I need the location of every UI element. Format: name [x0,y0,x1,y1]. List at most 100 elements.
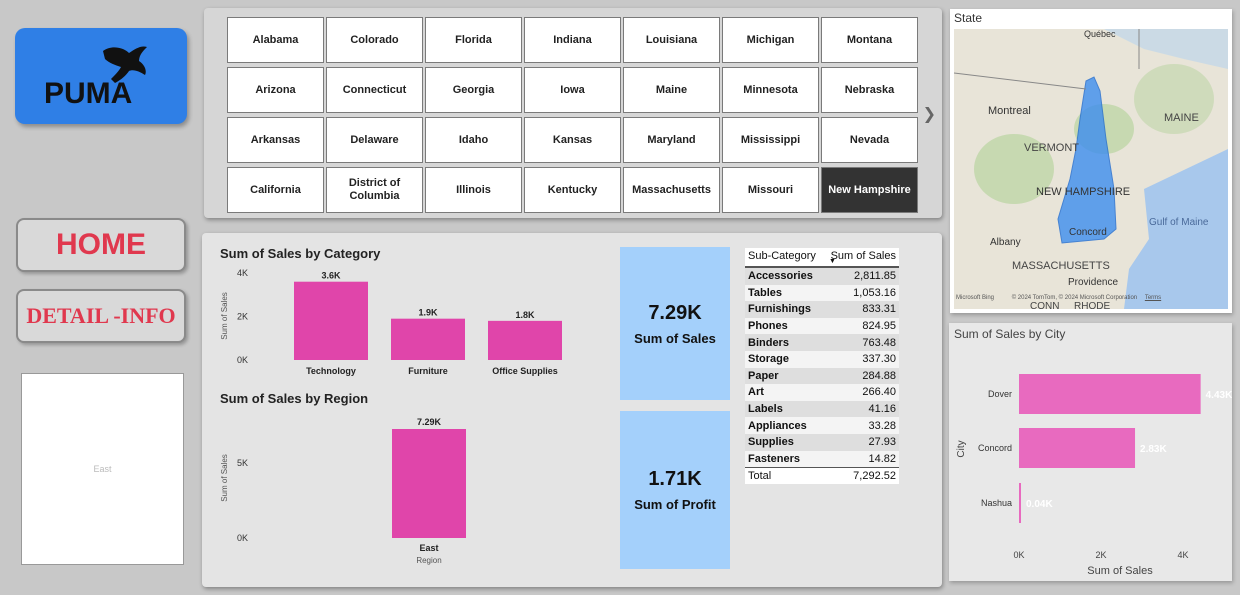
puma-logo-icon: PUMA [44,46,147,110]
region-chart-ytick: 0K [237,533,248,543]
chevron-right-icon[interactable]: ❯ [923,104,936,124]
table-row: Supplies 27.93 [745,433,899,451]
map-label-gulf-of-maine: Gulf of Maine [1149,217,1209,228]
table-row: Accessories 2,811.85 [745,268,899,285]
category-bar-label: 3.6K [321,271,341,281]
table-total-value: 7,292.52 [853,470,896,483]
category-bar-label: 1.9K [418,308,438,318]
category-bar-label: 1.8K [515,310,535,320]
state-button[interactable]: Mississippi [722,117,819,163]
home-button[interactable]: HOME [16,218,186,272]
sales-kpi-card: 7.29K Sum of Sales [620,247,730,400]
state-button[interactable]: Minnesota [722,67,819,113]
state-button[interactable]: Alabama [227,17,324,63]
state-button[interactable]: Maryland [623,117,720,163]
state-button[interactable]: Colorado [326,17,423,63]
table-cell-subcategory: Supplies [748,436,794,449]
profit-kpi-value: 1.71K [648,468,702,490]
map-label-conn: CONN [1030,301,1059,309]
state-button[interactable]: Nebraska [821,67,918,113]
region-chart-ytick: 5K [237,458,248,468]
region-card-label: East [93,464,112,474]
table-row: Fasteners 14.82 [745,450,899,468]
region-bar [392,429,466,538]
table-cell-sales: 266.40 [862,386,896,399]
state-button[interactable]: Illinois [425,167,522,213]
map-label-vermont: VERMONT [1024,142,1079,154]
category-chart-ylabel: Sum of Sales [220,292,229,340]
state-button[interactable]: Arkansas [227,117,324,163]
map-terms-link[interactable]: Terms [1145,295,1161,301]
state-button[interactable]: Iowa [524,67,621,113]
region-xtick: East [419,543,438,553]
state-button[interactable]: Idaho [425,117,522,163]
state-button[interactable]: Kentucky [524,167,621,213]
category-chart-title: Sum of Sales by Category [220,246,381,261]
state-map[interactable]: Québec Montreal MAINE VERMONT NEW HAMPSH… [954,29,1228,309]
table-total-label: Total [748,470,772,483]
state-button[interactable]: Georgia [425,67,522,113]
table-row: Paper 284.88 [745,367,899,385]
svg-text:PUMA: PUMA [44,77,132,110]
category-xtick: Office Supplies [492,366,558,376]
map-attribution: Microsoft Bing © 2024 TomTom, © 2024 Mic… [956,295,1161,301]
table-header-subcategory[interactable]: Sub-Category [748,250,816,262]
table-cell-subcategory: Labels [748,403,783,416]
category-bar [391,318,465,360]
category-xtick: Furniture [408,366,448,376]
city-bar [1019,483,1021,523]
table-row: Tables 1,053.16 [745,284,899,302]
state-button[interactable]: Delaware [326,117,423,163]
state-slicer-panel: Alabama Colorado Florida Indiana Louisiana Mi… [204,8,942,218]
table-cell-subcategory: Binders [748,336,789,349]
region-card[interactable]: East [21,373,184,565]
state-button[interactable]: California [227,167,324,213]
table-cell-subcategory: Art [748,386,764,399]
table-cell-sales: 41.16 [868,403,896,416]
table-row: Appliances 33.28 [745,417,899,434]
state-button[interactable]: Kansas [524,117,621,163]
map-label-quebec: Québec [1084,29,1116,39]
table-cell-sales: 284.88 [862,369,896,382]
region-chart-title: Sum of Sales by Region [220,391,369,406]
state-button[interactable]: Arizona [227,67,324,113]
table-cell-subcategory: Phones [748,320,788,333]
table-row: Phones 824.95 [745,317,899,335]
table-header-sales[interactable]: Sum of Sales ▼ [829,250,896,265]
map-label-new-hampshire: NEW HAMPSHIRE [1036,186,1130,198]
table-cell-sales: 27.93 [868,436,896,449]
state-button[interactable]: Massachusetts [623,167,720,213]
state-button[interactable]: New Hampshire [821,167,918,213]
state-button[interactable]: Missouri [722,167,819,213]
city-chart-title: Sum of Sales by City [954,327,1066,341]
puma-logo-button[interactable]: PUMA [15,28,187,124]
state-button[interactable]: Montana [821,17,918,63]
city-bar-label: 2.83K [1140,444,1167,455]
state-button[interactable]: Michigan [722,17,819,63]
table-row: Art 266.40 [745,384,899,401]
state-button[interactable]: Louisiana [623,17,720,63]
state-button[interactable]: Connecticut [326,67,423,113]
city-ytick: Dover [988,389,1012,399]
category-xtick: Technology [306,366,356,376]
subcategory-table: Sub-Category Sum of Sales ▼ Accessories 2,… [745,248,899,485]
profit-kpi-label: Sum of Profit [634,497,716,512]
state-button[interactable]: Maine [623,67,720,113]
category-bar [488,320,562,360]
state-button[interactable]: Nevada [821,117,918,163]
map-label-concord: Concord [1069,227,1107,238]
table-cell-sales: 1,053.16 [853,286,896,299]
state-button[interactable]: Florida [425,17,522,63]
table-body: Accessories 2,811.85 Tables 1,053.16 Furnish… [745,268,899,468]
map-label-albany: Albany [990,237,1021,248]
table-cell-subcategory: Fasteners [748,452,800,465]
state-button[interactable]: Indiana [524,17,621,63]
table-cell-sales: 833.31 [862,303,896,316]
map-title: State [954,11,983,25]
state-button[interactable]: District of Columbia [326,167,423,213]
map-label-providence: Providence [1068,277,1118,288]
detail-info-button[interactable]: DETAIL -INFO [16,289,186,343]
state-slicer: Alabama Colorado Florida Indiana Louisiana Mi… [227,17,918,213]
region-chart: Sum of Sales 5K 0K 7.29K East Region [220,417,466,565]
table-cell-subcategory: Paper [748,369,779,382]
